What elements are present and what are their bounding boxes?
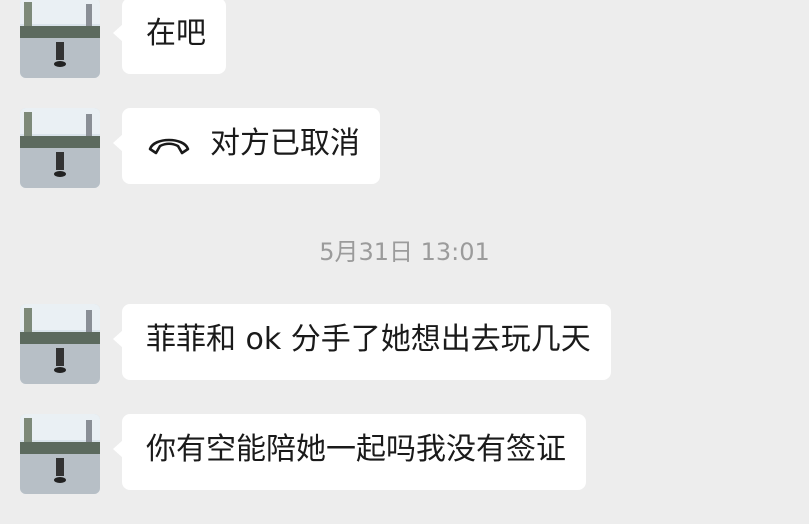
message-row: 菲菲和 ok 分手了她想出去玩几天 bbox=[20, 304, 611, 384]
contact-avatar[interactable] bbox=[20, 108, 100, 188]
message-text: 对方已取消 bbox=[210, 126, 360, 161]
message-bubble[interactable]: 在吧 bbox=[113, 0, 226, 74]
message-text: 菲菲和 ok 分手了她想出去玩几天 bbox=[146, 322, 591, 357]
contact-avatar[interactable] bbox=[20, 304, 100, 384]
profile-photo-icon bbox=[20, 414, 100, 494]
message-bubble[interactable]: 你有空能陪她一起吗我没有签证 bbox=[113, 414, 586, 490]
call-message-bubble[interactable]: 对方已取消 bbox=[113, 108, 380, 184]
profile-photo-icon bbox=[20, 304, 100, 384]
contact-avatar[interactable] bbox=[20, 0, 100, 78]
message-row: 在吧 bbox=[20, 0, 226, 78]
contact-avatar[interactable] bbox=[20, 414, 100, 494]
timestamp-divider: 5月31日 13:01 bbox=[319, 238, 490, 266]
phone-hangup-icon bbox=[146, 131, 192, 157]
chat-message-list: 在吧 对方已取消 5月31日 13:01 菲菲和 ok 分手了她想出去玩几天 你… bbox=[0, 0, 809, 524]
profile-photo-icon bbox=[20, 108, 100, 188]
message-row: 对方已取消 bbox=[20, 108, 380, 188]
message-bubble[interactable]: 菲菲和 ok 分手了她想出去玩几天 bbox=[113, 304, 611, 380]
message-row: 你有空能陪她一起吗我没有签证 bbox=[20, 414, 586, 494]
message-text: 在吧 bbox=[146, 16, 206, 51]
profile-photo-icon bbox=[20, 0, 100, 78]
message-text: 你有空能陪她一起吗我没有签证 bbox=[146, 432, 566, 467]
